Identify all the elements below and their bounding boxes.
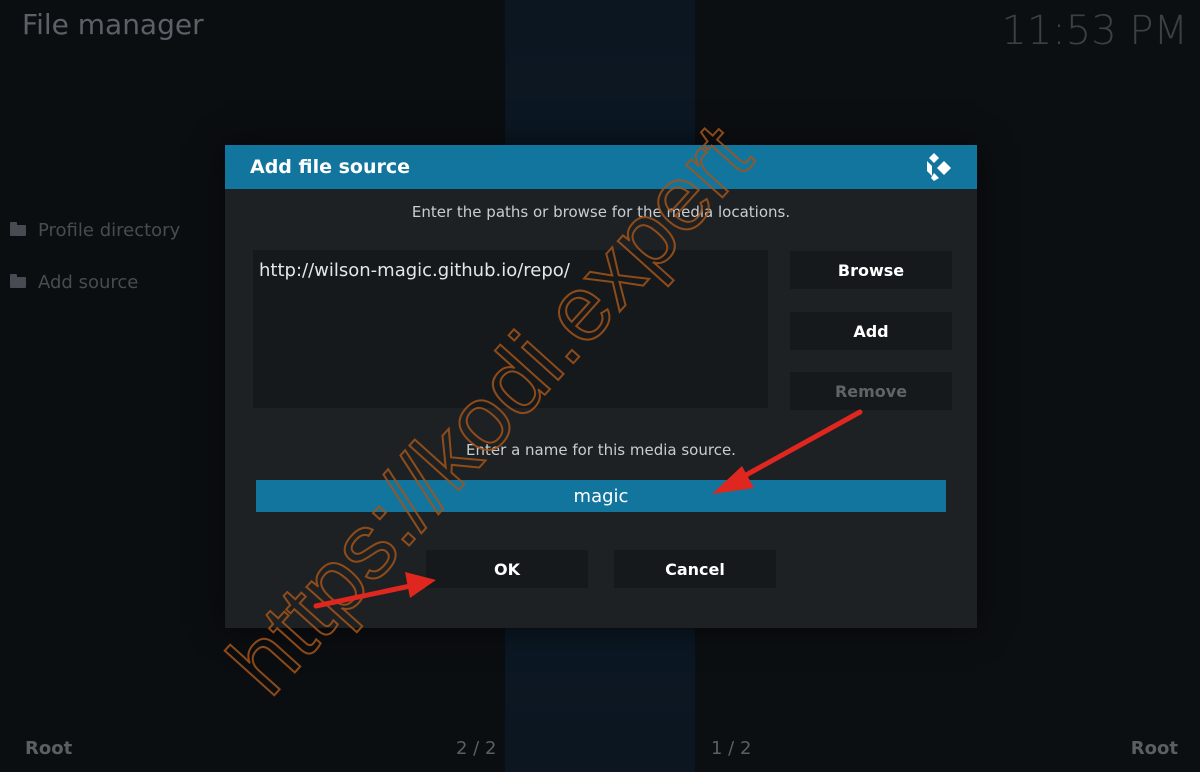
remove-button[interactable]: Remove: [790, 372, 952, 410]
source-name-input[interactable]: magic: [256, 480, 946, 512]
page-title: File manager: [22, 8, 204, 41]
add-button[interactable]: Add: [790, 312, 952, 350]
paths-instruction: Enter the paths or browse for the media …: [411, 203, 791, 221]
add-file-source-dialog: Add file source Enter the paths or brows…: [225, 145, 977, 628]
folder-icon: [10, 274, 26, 288]
browse-button[interactable]: Browse: [790, 251, 952, 289]
sidebar-item-label: Add source: [38, 272, 139, 293]
footer-right-path: Root: [1130, 738, 1178, 759]
kodi-screen: File manager 11:53 PM Profile directory …: [0, 0, 1200, 772]
sidebar-item-label: Profile directory: [38, 220, 181, 241]
source-paths-list[interactable]: http://wilson-magic.github.io/repo/: [253, 250, 768, 408]
kodi-logo-icon: [927, 153, 951, 181]
footer-left-path: Root: [25, 738, 73, 759]
ok-button[interactable]: OK: [426, 550, 588, 588]
dialog-title: Add file source: [250, 156, 411, 178]
sidebar-item-profile-directory[interactable]: Profile directory: [10, 220, 180, 241]
sidebar-item-add-source[interactable]: Add source: [10, 272, 138, 293]
source-path-item[interactable]: http://wilson-magic.github.io/repo/: [259, 260, 570, 281]
folder-icon: [10, 222, 26, 236]
name-instruction: Enter a name for this media source.: [466, 441, 736, 459]
footer-left-page-count: 2 / 2: [456, 738, 497, 759]
cancel-button[interactable]: Cancel: [614, 550, 776, 588]
footer-right-page-count: 1 / 2: [711, 738, 752, 759]
clock: 11:53 PM: [1001, 8, 1188, 54]
dialog-header: Add file source: [225, 145, 977, 189]
